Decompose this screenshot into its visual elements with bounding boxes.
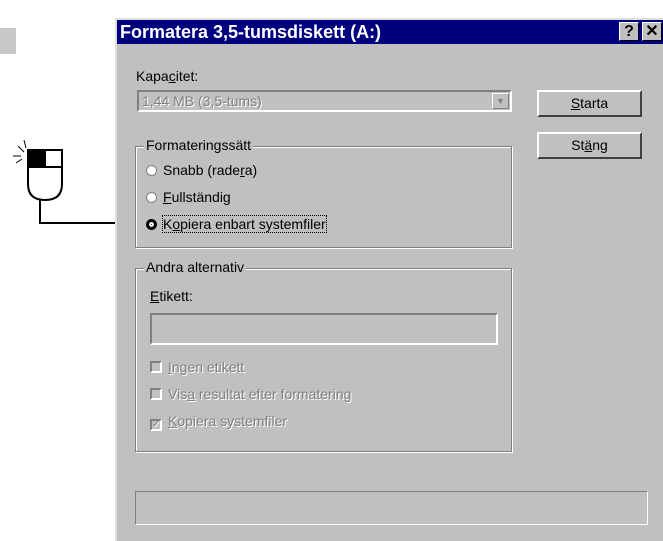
title-bar: Formatera 3,5-tumsdiskett (A:) ? ✕ [117, 20, 663, 44]
capacity-value: 1,44 MB (3,5-tums) [142, 93, 262, 109]
radio-system-files-only[interactable]: Kopiera enbart systemfiler [146, 215, 327, 233]
close-dialog-button[interactable]: Stäng [537, 132, 642, 159]
checkbox-icon[interactable] [150, 361, 162, 373]
format-type-legend: Formateringssätt [144, 137, 254, 153]
radio-button-icon[interactable] [146, 192, 157, 203]
label-input[interactable] [150, 313, 498, 345]
checkbox-icon[interactable] [150, 388, 162, 400]
format-type-group: Formateringssätt Snabb (radera) Fullstän… [135, 137, 512, 248]
start-button[interactable]: Starta [537, 90, 642, 117]
mouse-icon [27, 149, 63, 202]
checkbox-copy-system-files[interactable]: ✓ Kopiera systemfiler [150, 413, 287, 431]
other-options-group: Andra alternativ Etikett: Ingen etikett … [135, 259, 512, 452]
capacity-label: Kapacitet: [136, 68, 199, 84]
capacity-select[interactable]: 1,44 MB (3,5-tums) ▼ [137, 90, 512, 112]
chevron-down-icon[interactable]: ▼ [492, 93, 509, 109]
checkmark-icon[interactable]: ✓ [150, 419, 162, 431]
radio-full[interactable]: Fullständig [146, 189, 231, 205]
click-spark-icon [13, 140, 27, 164]
help-button[interactable]: ? [619, 22, 639, 41]
progress-bar [135, 491, 648, 525]
radio-system-files-only-label: Kopiera enbart systemfiler [162, 215, 327, 233]
label-field-label: Etikett: [150, 288, 193, 304]
radio-button-selected-icon[interactable] [146, 219, 157, 230]
radio-quick[interactable]: Snabb (radera) [146, 162, 257, 178]
other-options-legend: Andra alternativ [144, 259, 247, 275]
radio-button-icon[interactable] [146, 165, 157, 176]
checkbox-show-results[interactable]: Visa resultat efter formatering [150, 386, 351, 402]
background-block [0, 28, 16, 54]
format-dialog: Formatera 3,5-tumsdiskett (A:) ? ✕ Kapac… [115, 18, 663, 541]
dialog-title: Formatera 3,5-tumsdiskett (A:) [120, 22, 382, 42]
close-button[interactable]: ✕ [642, 22, 662, 41]
checkbox-no-label[interactable]: Ingen etikett [150, 359, 244, 375]
